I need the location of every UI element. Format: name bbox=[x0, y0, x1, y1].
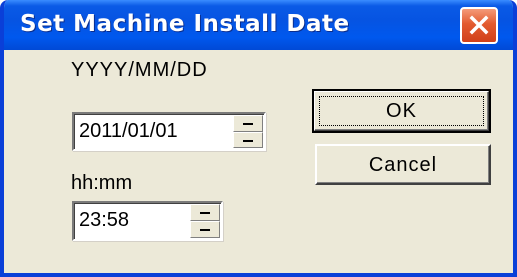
time-format-label: hh:mm bbox=[71, 172, 133, 194]
date-spinner[interactable]: 2011/01/01 bbox=[72, 112, 266, 151]
cancel-button-label: Cancel bbox=[368, 154, 438, 176]
close-icon bbox=[469, 15, 489, 35]
date-spin-up-button[interactable] bbox=[233, 115, 263, 132]
time-spinner[interactable]: 23:58 bbox=[72, 201, 223, 241]
title-bar[interactable]: Set Machine Install Date bbox=[4, 0, 513, 50]
date-format-label: YYYY/MM/DD bbox=[71, 59, 208, 81]
time-spin-buttons bbox=[190, 204, 220, 238]
spin-up-icon bbox=[200, 212, 210, 214]
set-install-date-dialog: Set Machine Install Date YYYY/MM/DD 2011… bbox=[0, 0, 517, 277]
time-spin-down-button[interactable] bbox=[190, 221, 220, 238]
window-title: Set Machine Install Date bbox=[20, 11, 350, 37]
date-spin-down-button[interactable] bbox=[233, 131, 263, 148]
close-button[interactable] bbox=[460, 7, 498, 44]
time-spin-up-button[interactable] bbox=[190, 204, 220, 221]
spin-down-icon bbox=[200, 229, 210, 231]
time-input[interactable]: 23:58 bbox=[79, 209, 129, 232]
date-input[interactable]: 2011/01/01 bbox=[79, 120, 178, 143]
ok-button-label: OK bbox=[386, 100, 417, 122]
spin-down-icon bbox=[243, 139, 253, 142]
spin-up-icon bbox=[243, 123, 253, 125]
ok-button[interactable]: OK bbox=[312, 89, 491, 133]
cancel-button[interactable]: Cancel bbox=[315, 144, 491, 185]
date-spin-buttons bbox=[233, 115, 263, 148]
